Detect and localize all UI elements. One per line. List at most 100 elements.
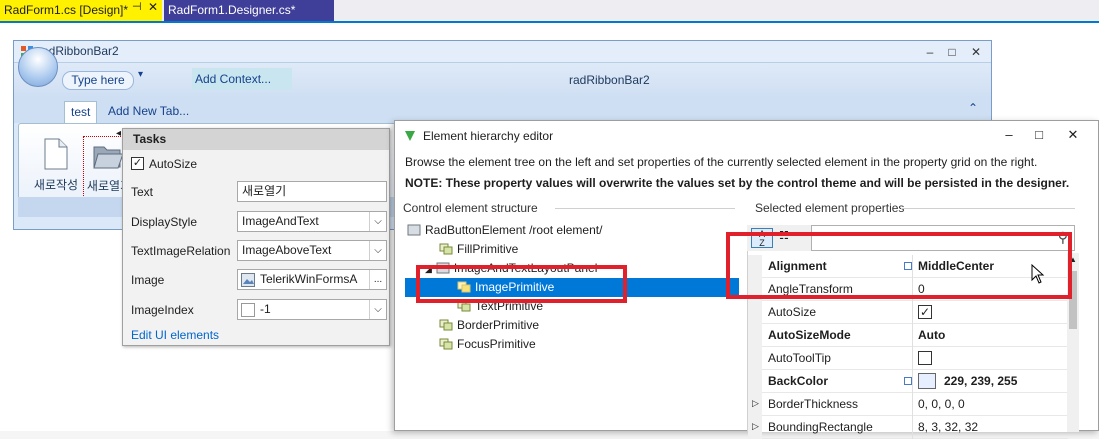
image-picker[interactable]: TelerikWinFormsA ...	[237, 269, 387, 290]
tab-label: RadForm1.cs [Design]*	[4, 3, 129, 17]
expand-caret-icon[interactable]: ▷	[752, 398, 759, 409]
tab-radform1-designer-cs[interactable]: RadForm1.Designer.cs*	[164, 0, 334, 21]
maximize-icon[interactable]: □	[942, 43, 962, 61]
ellipsis-button[interactable]: ...	[369, 270, 386, 289]
ribbon-caption-area: Type here ▾ Add Context... radRibbonBar2	[14, 63, 991, 97]
property-row-autosizemode[interactable]: AutoSizeMode Auto	[748, 324, 1068, 347]
ribbon-button-new[interactable]: 새로작성	[31, 136, 81, 202]
column-separator	[912, 347, 913, 370]
section-divider	[901, 208, 1075, 209]
minimize-icon[interactable]: –	[995, 127, 1023, 142]
autosize-checkbox[interactable]: ✓	[131, 157, 144, 170]
property-value[interactable]: 229, 239, 255	[944, 374, 1017, 388]
expand-caret-icon[interactable]: ▷	[752, 421, 759, 432]
control-element-structure-label: Control element structure	[403, 201, 538, 215]
chevron-down-icon[interactable]: ⌵	[369, 300, 386, 319]
primitive-node-icon	[439, 243, 453, 255]
qat-label: Type here	[71, 73, 125, 87]
empty-image-swatch	[241, 303, 255, 317]
column-separator	[912, 301, 913, 324]
column-separator	[912, 416, 913, 439]
edit-ui-elements-link[interactable]: Edit UI elements	[131, 328, 219, 342]
pin-icon[interactable]: ⊣	[132, 0, 142, 13]
tab-label: RadForm1.Designer.cs*	[168, 3, 296, 17]
dialog-title: Element hierarchy editor	[423, 129, 554, 143]
smart-tag-glyph-icon[interactable]: ◂	[116, 128, 121, 139]
tree-item-label: BorderPrimitive	[457, 318, 540, 332]
autosize-label: AutoSize	[149, 157, 198, 171]
tasks-title: Tasks	[123, 129, 389, 150]
textimagerelation-select[interactable]: ImageAboveText ⌵	[237, 240, 387, 261]
column-separator	[912, 393, 913, 416]
application-button-orb[interactable]	[18, 47, 58, 87]
tree-item-fillprimitive[interactable]: FillPrimitive	[439, 240, 518, 258]
new-document-icon	[44, 138, 68, 170]
primitive-node-icon	[439, 319, 453, 331]
tree-item-radbuttonelement[interactable]: RadButtonElement /root element/	[407, 221, 602, 239]
highlight-box-imageprimitive	[416, 265, 627, 303]
form-title-bar: radRibbonBar2 – □ ✕	[14, 41, 991, 63]
element-node-icon	[407, 224, 421, 236]
collapse-ribbon-icon[interactable]: ⌃	[968, 101, 978, 115]
add-context-label: Add Context...	[195, 72, 272, 86]
displaystyle-select[interactable]: ImageAndText ⌵	[237, 211, 387, 232]
column-separator	[912, 370, 913, 393]
property-row-autotooltip[interactable]: AutoToolTip	[748, 347, 1068, 370]
textimagerelation-value: ImageAboveText	[242, 243, 332, 257]
add-tab-label: Add New Tab...	[108, 104, 190, 118]
text-label: Text	[131, 185, 154, 199]
row-gutter	[748, 347, 762, 370]
autotooltip-value-checkbox[interactable]	[918, 351, 932, 365]
imageindex-select[interactable]: -1 ⌵	[237, 299, 387, 320]
selected-element-properties-label: Selected element properties	[755, 201, 905, 215]
property-row-borderthickness[interactable]: ▷ BorderThickness 0, 0, 0, 0	[748, 393, 1068, 416]
close-tab-icon[interactable]: ✕	[148, 0, 158, 14]
chevron-down-icon[interactable]: ⌵	[369, 241, 386, 260]
close-icon[interactable]: ✕	[1059, 127, 1087, 143]
dialog-description: Browse the element tree on the left and …	[405, 155, 1038, 169]
close-icon[interactable]: ✕	[966, 43, 986, 61]
displaystyle-label: DisplayStyle	[131, 215, 198, 229]
autosize-value-checkbox[interactable]: ✓	[918, 305, 932, 319]
quick-access-type-here[interactable]: Type here	[62, 71, 134, 90]
property-value[interactable]: 8, 3, 32, 32	[918, 420, 978, 434]
telerik-logo-icon	[405, 131, 415, 141]
tab-test[interactable]: test	[64, 101, 98, 123]
property-name: AutoToolTip	[768, 351, 831, 365]
text-input[interactable]: 새로열기	[237, 181, 387, 202]
chevron-down-icon[interactable]: ⌵	[369, 212, 386, 231]
ribbon-button-label: 새로작성	[33, 178, 79, 192]
color-swatch[interactable]	[918, 373, 936, 389]
tree-item-borderprimitive[interactable]: BorderPrimitive	[439, 316, 539, 334]
section-divider	[555, 208, 735, 209]
add-context-button[interactable]: Add Context...	[192, 68, 292, 90]
mouse-cursor-icon	[1031, 264, 1045, 284]
property-name: AutoSizeMode	[768, 328, 851, 342]
image-value: TelerikWinFormsA	[260, 272, 358, 286]
text-value: 새로열기	[242, 184, 287, 198]
tree-item-focusprimitive[interactable]: FocusPrimitive	[439, 335, 536, 353]
minimize-icon[interactable]: –	[920, 43, 940, 61]
tree-item-label: FillPrimitive	[457, 242, 519, 256]
image-label: Image	[131, 273, 165, 287]
property-row-boundingrectangle[interactable]: ▷ BoundingRectangle 8, 3, 32, 32	[748, 416, 1068, 439]
textimagerelation-label: TextImageRelation	[131, 244, 231, 258]
tree-item-label: RadButtonElement /root element/	[425, 223, 603, 237]
modified-indicator-icon	[904, 377, 912, 385]
property-value[interactable]: Auto	[918, 328, 945, 342]
column-separator	[912, 324, 913, 347]
highlight-box-properties	[726, 232, 1072, 299]
property-row-autosize[interactable]: AutoSize ✓	[748, 301, 1068, 324]
maximize-icon[interactable]: □	[1025, 127, 1053, 142]
property-value[interactable]: 0, 0, 0, 0	[918, 397, 965, 411]
document-tab-bar: RadForm1.cs [Design]* ⊣ ✕ RadForm1.Desig…	[0, 0, 1099, 23]
property-row-backcolor[interactable]: BackColor 229, 239, 255	[748, 370, 1068, 393]
tasks-smart-tag-panel: Tasks ✓ AutoSize Text 새로열기 DisplayStyle …	[122, 128, 390, 346]
qat-dropdown-icon[interactable]: ▾	[138, 69, 143, 80]
row-gutter	[748, 324, 762, 347]
row-gutter	[748, 301, 762, 324]
property-name: BoundingRectangle	[768, 420, 873, 434]
dialog-title-bar: Element hierarchy editor – □ ✕	[395, 121, 1098, 151]
add-new-tab-button[interactable]: Add New Tab...	[102, 101, 195, 123]
image-thumbnail-icon	[241, 273, 255, 287]
